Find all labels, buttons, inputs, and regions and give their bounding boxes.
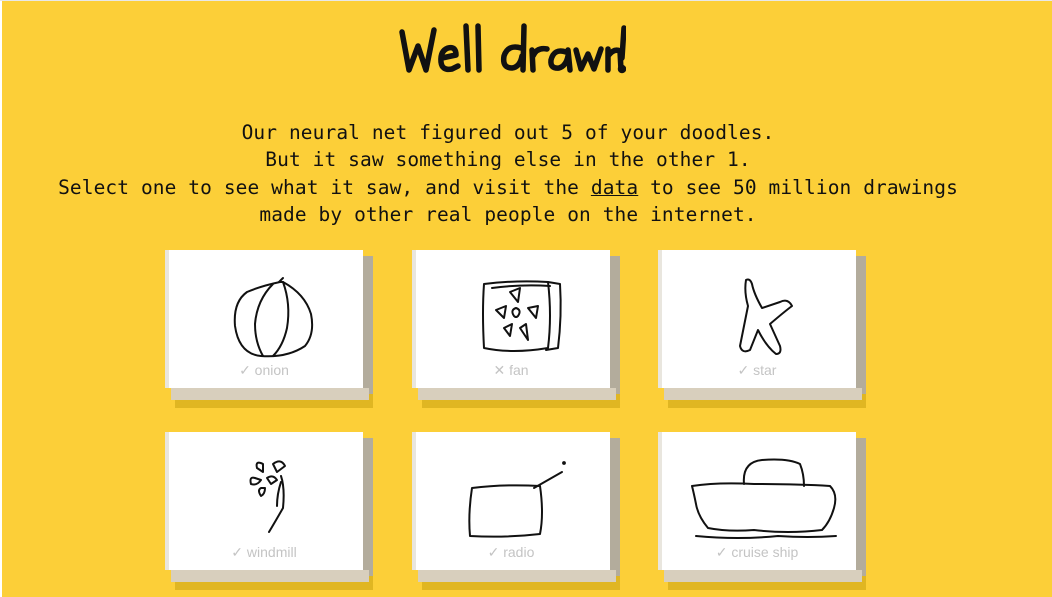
card-edge <box>610 438 620 576</box>
doodle-card-fan[interactable]: ✕ fan <box>412 250 620 408</box>
frame-edge <box>0 0 2 597</box>
doodle-card-radio[interactable]: ✓ radio <box>412 432 620 590</box>
card-edge <box>171 388 369 400</box>
card-edge <box>363 438 373 576</box>
card-edge <box>610 256 620 394</box>
card-edge <box>856 438 866 576</box>
intro-text: Our neural net figured out 5 of your doo… <box>20 119 996 228</box>
doodle-card-onion[interactable]: ✓ onion <box>165 250 373 408</box>
intro-line-3-before: Select one to see what it saw, and visit… <box>58 175 580 199</box>
card-edge <box>418 570 616 582</box>
card-edge <box>363 256 373 394</box>
doodle-label: ✓ star <box>737 362 777 378</box>
card-edge <box>418 388 616 400</box>
page-title <box>396 20 626 82</box>
page-title-lettering <box>399 23 626 74</box>
doodle-card-windmill[interactable]: ✓ windmill <box>165 432 373 590</box>
doodle-card-star[interactable]: ✓ star <box>658 250 866 408</box>
data-link[interactable]: data <box>591 176 638 199</box>
card-edge <box>171 570 369 582</box>
intro-line-3-after: to see 50 million drawings <box>650 175 958 199</box>
doodle-label: ✓ windmill <box>231 544 297 560</box>
doodle-label: ✕ fan <box>493 362 529 378</box>
intro-line-3: Select one to see what it saw, and visit… <box>20 174 996 201</box>
card-edge <box>664 570 862 582</box>
intro-line-1: Our neural net figured out 5 of your doo… <box>241 121 775 144</box>
card-edge <box>856 256 866 394</box>
doodle-label: ✓ cruise ship <box>715 544 799 560</box>
doodle-label: ✓ radio <box>487 544 535 560</box>
doodle-card-cruise-ship[interactable]: ✓ cruise ship <box>658 432 866 590</box>
frame-edge-top <box>0 0 1052 1</box>
intro-line-2: But it saw something else in the other 1… <box>265 148 751 172</box>
intro-line-4: made by other real people on the interne… <box>259 202 757 226</box>
card-edge <box>664 388 862 400</box>
doodle-label: ✓ onion <box>239 362 289 378</box>
